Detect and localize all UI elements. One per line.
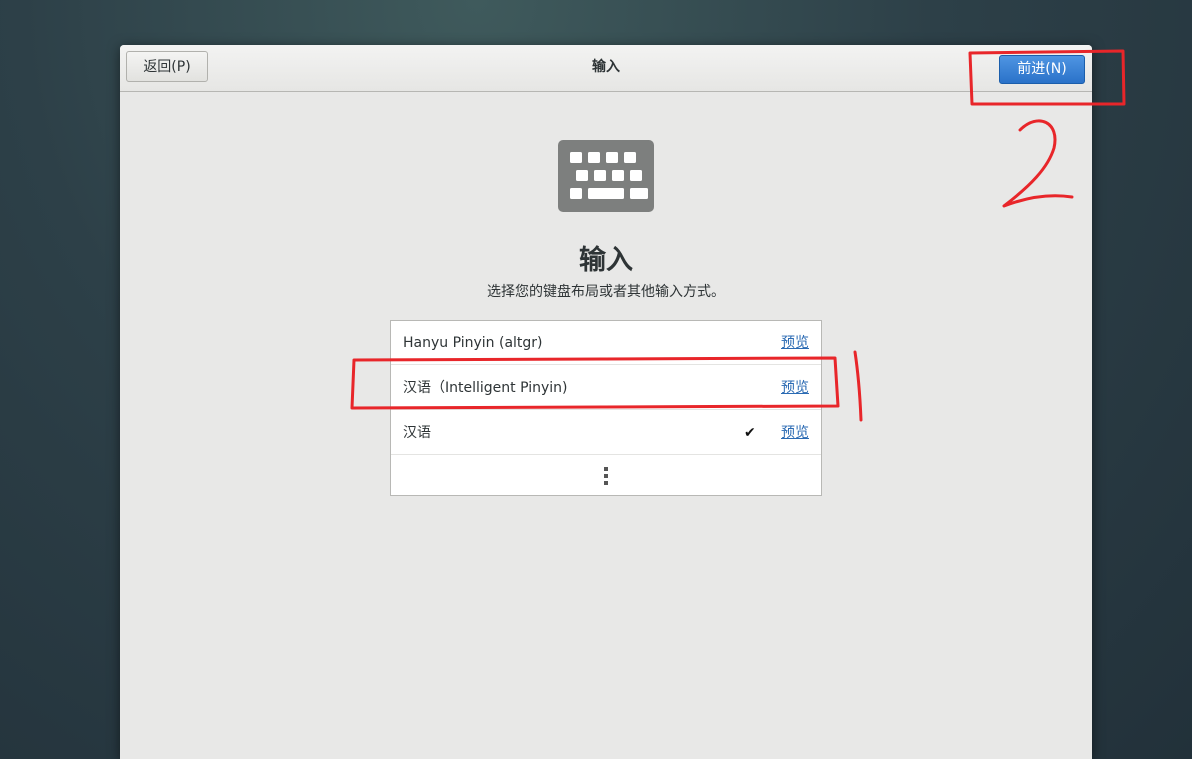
- page-subtitle: 选择您的键盘布局或者其他输入方式。: [487, 284, 725, 300]
- preview-link[interactable]: 预览: [781, 321, 809, 365]
- input-source-list: Hanyu Pinyin (altgr) 预览 汉语（Intelligent P…: [390, 320, 822, 496]
- list-item[interactable]: 汉语 ✔ 预览: [391, 411, 821, 455]
- more-row[interactable]: [391, 455, 821, 495]
- more-vertical-icon: [604, 467, 608, 485]
- next-button[interactable]: 前进(N): [999, 55, 1085, 84]
- setup-window: 返回(P) 输入 前进(N) 输入 选择您的键盘布局或者其他输入方式。 Hany…: [120, 45, 1092, 759]
- input-source-name: 汉语（Intelligent Pinyin): [403, 380, 568, 396]
- list-item[interactable]: Hanyu Pinyin (altgr) 预览: [391, 321, 821, 365]
- checkmark-icon: ✔: [744, 425, 756, 441]
- preview-link[interactable]: 预览: [781, 366, 809, 410]
- input-source-name: Hanyu Pinyin (altgr): [403, 335, 543, 351]
- list-item[interactable]: 汉语（Intelligent Pinyin) 预览: [391, 366, 821, 410]
- preview-link[interactable]: 预览: [781, 411, 809, 455]
- header-bar: 返回(P) 输入 前进(N): [120, 45, 1092, 92]
- keyboard-icon: [558, 140, 654, 212]
- input-source-name: 汉语: [403, 425, 431, 441]
- page-title: 输入: [579, 245, 633, 276]
- header-title: 输入: [592, 59, 620, 75]
